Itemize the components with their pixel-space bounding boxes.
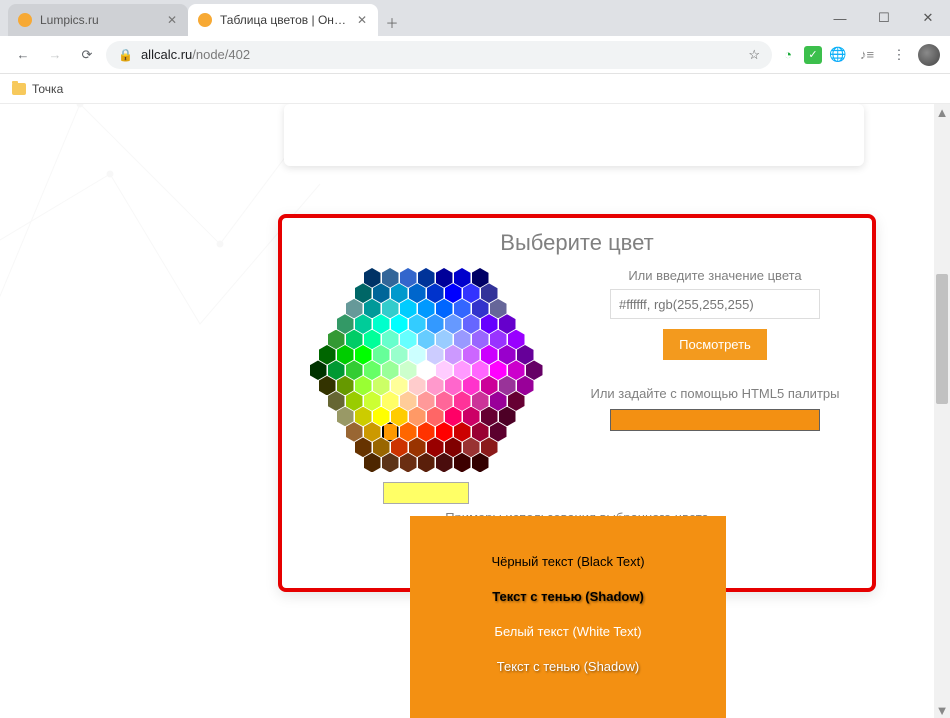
html5-color-input[interactable] xyxy=(610,409,820,431)
close-icon[interactable]: ✕ xyxy=(166,14,178,26)
maximize-button[interactable]: ☐ xyxy=(862,0,906,36)
hex-color-cell[interactable] xyxy=(364,453,381,473)
avatar[interactable] xyxy=(918,44,940,66)
tab-title: Таблица цветов | Онлайн кальк xyxy=(220,13,348,27)
reload-button[interactable]: ⟳ xyxy=(74,42,100,68)
star-icon[interactable]: ☆ xyxy=(748,47,760,63)
view-button[interactable]: Посмотреть xyxy=(663,329,767,360)
html5-label: Или задайте с помощью HTML5 палитры xyxy=(572,386,858,401)
hex-color-cell[interactable] xyxy=(418,453,435,473)
hex-color-cell[interactable] xyxy=(382,453,399,473)
menu-icon[interactable]: ⋮ xyxy=(886,42,912,68)
tab-title: Lumpics.ru xyxy=(40,13,158,27)
url-domain: allcalc.ru xyxy=(141,47,192,62)
lock-icon: 🔒 xyxy=(118,48,133,62)
hex-color-cell[interactable] xyxy=(436,453,453,473)
input-label: Или введите значение цвета xyxy=(572,268,858,283)
favicon-icon xyxy=(198,13,212,27)
previous-card-edge xyxy=(284,104,864,166)
panel-title: Выберите цвет xyxy=(296,230,858,256)
close-icon[interactable]: ✕ xyxy=(356,14,368,26)
hex-color-cell[interactable] xyxy=(400,453,417,473)
page-content: Выберите цвет Или введите значение цвета… xyxy=(0,104,934,718)
browser-tab-active[interactable]: Таблица цветов | Онлайн кальк ✕ xyxy=(188,4,378,36)
close-window-button[interactable]: ✕ xyxy=(906,0,950,36)
extension-globe-icon[interactable]: 🌐 xyxy=(828,45,848,65)
new-tab-button[interactable]: ＋ xyxy=(378,8,406,36)
bookmark-label: Точка xyxy=(32,82,63,96)
extension-ablock-icon[interactable]: ◔ xyxy=(778,45,798,65)
scroll-down-arrow-icon[interactable]: ▼ xyxy=(934,702,950,718)
hexagon-color-picker[interactable] xyxy=(306,268,546,468)
scrollbar-thumb[interactable] xyxy=(936,274,948,404)
sample-black-text: Чёрный текст (Black Text) xyxy=(410,544,726,579)
scroll-up-arrow-icon[interactable]: ▲ xyxy=(934,104,950,120)
vertical-scrollbar[interactable]: ▲ ▼ xyxy=(934,104,950,718)
bookmarks-bar: Точка xyxy=(0,74,950,104)
toolbar-right: ◔ ✓ 🌐 ♪≡ ⋮ xyxy=(778,42,940,68)
back-button[interactable]: ← xyxy=(10,42,36,68)
page-viewport: Выберите цвет Или введите значение цвета… xyxy=(0,104,950,718)
window-controls: ― ☐ ✕ xyxy=(818,0,950,36)
sample-black-shadow-text: Текст с тенью (Shadow) xyxy=(410,579,726,614)
selected-color-swatch xyxy=(383,482,469,504)
tab-strip: Lumpics.ru ✕ Таблица цветов | Онлайн кал… xyxy=(0,0,950,36)
text-sample-block: Чёрный текст (Black Text) Текст с тенью … xyxy=(410,516,726,718)
address-bar[interactable]: 🔒 allcalc.ru/node/402 ☆ xyxy=(106,41,772,69)
color-value-input[interactable] xyxy=(610,289,820,319)
browser-toolbar: ← → ⟳ 🔒 allcalc.ru/node/402 ☆ ◔ ✓ 🌐 ♪≡ ⋮ xyxy=(0,36,950,74)
sample-white-shadow-text: Текст с тенью (Shadow) xyxy=(410,649,726,684)
favicon-icon xyxy=(18,13,32,27)
browser-tab[interactable]: Lumpics.ru ✕ xyxy=(8,4,188,36)
minimize-button[interactable]: ― xyxy=(818,0,862,36)
extension-check-icon[interactable]: ✓ xyxy=(804,46,822,64)
music-icon[interactable]: ♪≡ xyxy=(854,42,880,68)
browser-chrome: Lumpics.ru ✕ Таблица цветов | Онлайн кал… xyxy=(0,0,950,104)
url-path: /node/402 xyxy=(192,47,250,62)
forward-button[interactable]: → xyxy=(42,42,68,68)
hex-color-cell[interactable] xyxy=(472,453,489,473)
hex-color-cell[interactable] xyxy=(454,453,471,473)
sample-white-text: Белый текст (White Text) xyxy=(410,614,726,649)
bookmark-item[interactable]: Точка xyxy=(12,82,63,96)
folder-icon xyxy=(12,83,26,95)
